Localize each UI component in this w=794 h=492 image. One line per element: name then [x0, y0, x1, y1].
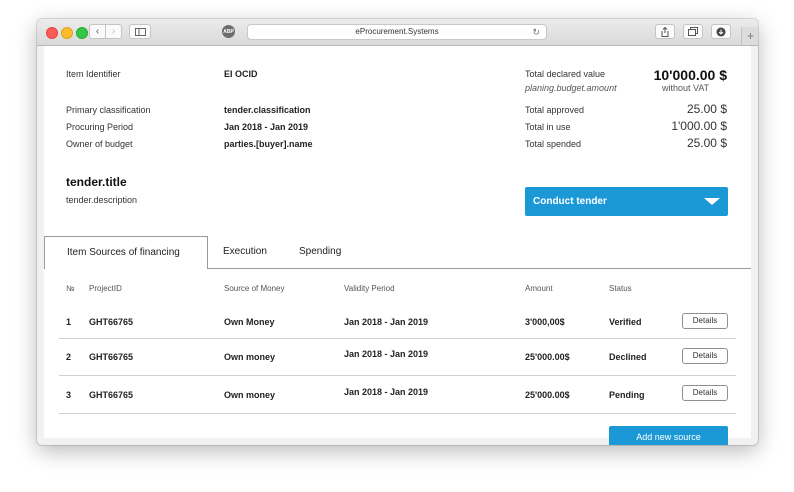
- procuring-period-label: Procuring Period: [66, 122, 134, 132]
- sidebar-icon: [134, 27, 146, 36]
- caret-down-icon: [704, 198, 720, 205]
- row-divider: [59, 338, 736, 339]
- total-approved-label: Total approved: [525, 105, 585, 115]
- url-text: eProcurement.Systems: [355, 27, 439, 36]
- item-identifier-label: Item Identifier: [66, 69, 121, 79]
- row-status: Verified: [609, 317, 642, 327]
- total-in-use-label: Total in use: [525, 122, 571, 132]
- share-button[interactable]: [655, 24, 675, 39]
- add-new-source-button[interactable]: Add new source: [609, 426, 728, 445]
- row-project-id: GHT66765: [89, 317, 134, 327]
- tab-sources-of-financing[interactable]: Item Sources of financing: [44, 236, 208, 269]
- row-status: Pending: [609, 390, 645, 400]
- row-project-id: GHT66765: [89, 352, 134, 362]
- total-spended-value: 25.00 $: [686, 136, 727, 150]
- owner-value: parties.[buyer].name: [224, 139, 313, 149]
- close-window-button[interactable]: [46, 27, 58, 39]
- show-tabs-button[interactable]: [683, 24, 703, 39]
- total-in-use-value: 1'000.00 $: [671, 119, 727, 133]
- download-icon: [716, 27, 726, 36]
- share-icon: [661, 26, 669, 37]
- conduct-tender-button[interactable]: Conduct tender: [525, 187, 728, 216]
- column-header-status: Status: [609, 284, 632, 293]
- details-button[interactable]: Details: [682, 348, 728, 364]
- without-vat-note: without VAT: [662, 83, 710, 93]
- column-header-number: №: [66, 284, 75, 293]
- tender-title: tender.title: [66, 175, 127, 189]
- minimize-window-button[interactable]: [61, 27, 73, 39]
- owner-label: Owner of budget: [66, 139, 133, 149]
- maximize-window-button[interactable]: [76, 27, 88, 39]
- total-approved-value: 25.00 $: [686, 102, 727, 116]
- browser-toolbar: ‹ › ABP eProcurement.Systems ↻ +: [37, 19, 758, 46]
- total-spended-label: Total spended: [525, 139, 582, 149]
- conduct-tender-label: Conduct tender: [533, 196, 607, 207]
- row-project-id: GHT66765: [89, 390, 134, 400]
- details-button[interactable]: Details: [682, 313, 728, 329]
- total-declared-source: planing.budget.amount: [525, 83, 617, 93]
- tab-execution[interactable]: Execution: [223, 236, 267, 268]
- extension-icon[interactable]: ABP: [222, 25, 235, 38]
- address-bar[interactable]: eProcurement.Systems ↻: [247, 24, 547, 40]
- row-number: 3: [66, 390, 72, 400]
- tender-description: tender.description: [66, 195, 138, 205]
- back-button[interactable]: ‹: [89, 24, 106, 39]
- tabs-icon: [688, 27, 698, 36]
- row-amount: 3'000,00$: [525, 317, 565, 327]
- row-source: Own money: [224, 390, 276, 400]
- procuring-period-value: Jan 2018 - Jan 2019: [224, 122, 309, 132]
- row-number: 2: [66, 352, 72, 362]
- tab-spending[interactable]: Spending: [299, 236, 341, 268]
- downloads-button[interactable]: [711, 24, 731, 39]
- page-content: Item Identifier EI OCID Primary classifi…: [44, 46, 751, 445]
- row-period: Jan 2018 - Jan 2019: [344, 317, 429, 327]
- primary-classification-value: tender.classification: [224, 105, 311, 115]
- forward-button[interactable]: ›: [105, 24, 122, 39]
- row-amount: 25'000.00$: [525, 390, 570, 400]
- row-divider: [59, 413, 736, 414]
- chevron-right-icon: ›: [111, 26, 116, 37]
- row-period: Jan 2018 - Jan 2019: [344, 349, 429, 359]
- column-header-project-id: ProjectID: [89, 284, 122, 293]
- row-divider: [59, 375, 736, 376]
- row-source: Own Money: [224, 317, 275, 327]
- total-declared-value: 10'000.00 $: [653, 67, 727, 83]
- column-header-amount: Amount: [525, 284, 553, 293]
- chevron-left-icon: ‹: [95, 26, 100, 37]
- details-button[interactable]: Details: [682, 385, 728, 401]
- row-number: 1: [66, 317, 72, 327]
- row-period: Jan 2018 - Jan 2019: [344, 387, 429, 397]
- new-tab-button[interactable]: +: [741, 27, 758, 45]
- column-header-source: Source of Money: [224, 284, 285, 293]
- browser-window: ‹ › ABP eProcurement.Systems ↻ + Item Id…: [37, 19, 758, 445]
- sidebar-toggle-button[interactable]: [129, 24, 151, 39]
- row-amount: 25'000.00$: [525, 352, 570, 362]
- reload-icon[interactable]: ↻: [532, 25, 540, 39]
- row-source: Own money: [224, 352, 276, 362]
- primary-classification-label: Primary classification: [66, 105, 151, 115]
- row-status: Declined: [609, 352, 647, 362]
- item-identifier-value: EI OCID: [224, 69, 258, 79]
- column-header-validity: Validity Period: [344, 284, 395, 293]
- plus-icon: +: [746, 29, 754, 43]
